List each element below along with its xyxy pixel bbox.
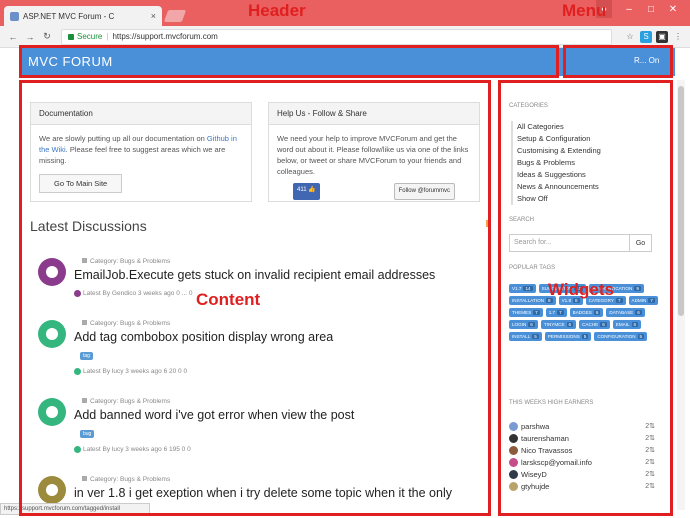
menu-annotation-box <box>563 45 673 78</box>
close-window-icon[interactable]: ✕ <box>662 0 684 18</box>
address-bar[interactable]: Secure | https://support.mvcforum.com <box>61 28 612 45</box>
url-text: https://support.mvcforum.com <box>112 32 218 41</box>
lock-icon <box>68 33 74 40</box>
new-tab-button[interactable] <box>163 10 187 22</box>
favicon-icon <box>10 11 19 21</box>
scrollbar-thumb[interactable] <box>678 86 684 316</box>
forward-icon[interactable]: → <box>23 32 37 42</box>
skype-extension-icon[interactable]: S <box>640 30 652 43</box>
header-annotation-box <box>19 45 559 78</box>
header-annotation-label: Header <box>248 1 306 20</box>
browser-tab[interactable]: ASP.NET MVC Forum - C × <box>4 6 162 26</box>
page-scrollbar[interactable] <box>677 80 685 510</box>
tab-title: ASP.NET MVC Forum - C <box>23 11 115 21</box>
secure-label: Secure <box>77 32 103 41</box>
content-annotation-label: Content <box>196 290 261 309</box>
back-icon[interactable]: ← <box>6 32 20 42</box>
star-icon[interactable]: ☆ <box>624 31 636 43</box>
close-tab-icon[interactable]: × <box>151 11 156 21</box>
extension-icon[interactable]: ▣ <box>656 30 668 43</box>
widgets-annotation-label: Widgets <box>548 280 614 299</box>
reload-icon[interactable]: ↻ <box>40 31 54 42</box>
menu-annotation-label: Menu <box>562 1 607 20</box>
window-controls: ● – □ ✕ <box>596 0 684 18</box>
minimize-icon[interactable]: – <box>618 0 640 18</box>
maximize-icon[interactable]: □ <box>640 0 662 18</box>
chrome-menu-icon[interactable]: ⋮ <box>672 31 684 43</box>
